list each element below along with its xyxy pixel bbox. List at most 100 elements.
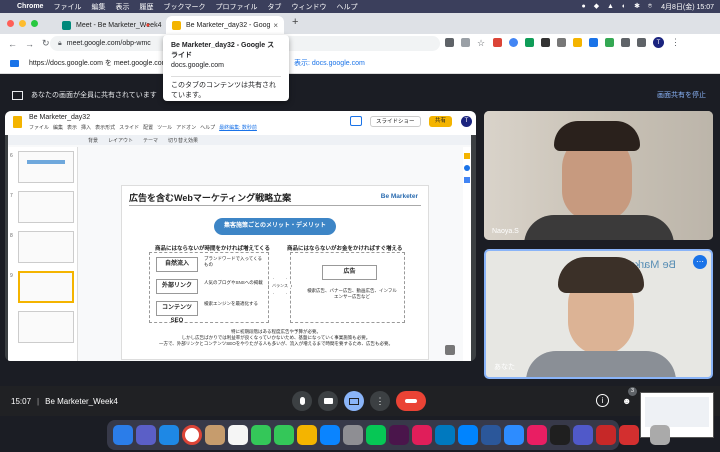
tool-transition[interactable]: 切り替え効果 — [168, 137, 198, 144]
participant-tile[interactable]: Naoya.S — [484, 111, 713, 240]
zoom-icon[interactable] — [504, 425, 524, 445]
minimize-window-icon[interactable] — [19, 20, 26, 27]
present-button[interactable] — [344, 391, 364, 411]
launchpad-icon[interactable] — [136, 425, 156, 445]
reload-icon[interactable]: ↻ — [42, 38, 50, 49]
share-icon[interactable] — [461, 38, 470, 47]
menu-edit[interactable]: 編集 — [91, 2, 105, 12]
chrome-icon[interactable] — [182, 425, 202, 445]
camera-button[interactable] — [318, 391, 338, 411]
app-icon[interactable] — [527, 425, 547, 445]
appstore-icon[interactable] — [320, 425, 340, 445]
tool-theme[interactable]: テーマ — [143, 137, 158, 144]
facetime-icon[interactable] — [274, 425, 294, 445]
more-options-icon[interactable]: ⋯ — [693, 255, 707, 269]
slide-thumbnail[interactable] — [18, 311, 74, 343]
info-icon[interactable]: i — [596, 394, 609, 407]
extension-icon[interactable] — [557, 38, 566, 47]
docs-menu-item[interactable]: 挿入 — [81, 124, 91, 131]
slideshow-button[interactable]: スライドショー — [370, 116, 421, 127]
switch-to-link[interactable]: 表示: docs.google.com — [294, 58, 365, 68]
word-icon[interactable] — [481, 425, 501, 445]
more-vert-icon[interactable]: ⋮ — [671, 37, 680, 48]
close-icon[interactable]: × — [273, 21, 278, 30]
media-icon[interactable] — [637, 38, 646, 47]
extension-icon[interactable] — [605, 38, 614, 47]
avatar[interactable]: T — [461, 116, 472, 127]
trash-icon[interactable] — [650, 425, 670, 445]
messages-icon[interactable] — [251, 425, 271, 445]
tool-layout[interactable]: レイアウト — [108, 137, 133, 144]
stop-sharing-button[interactable]: 画面共有を停止 — [657, 90, 706, 100]
maximize-window-icon[interactable] — [31, 20, 38, 27]
menu-bookmarks[interactable]: ブックマーク — [163, 2, 205, 12]
docs-menu-item[interactable]: 編集 — [53, 124, 63, 131]
explore-icon[interactable] — [445, 345, 455, 355]
leave-call-button[interactable] — [396, 391, 426, 411]
puzzle-icon[interactable] — [621, 38, 630, 47]
photos-icon[interactable] — [297, 425, 317, 445]
finder-icon[interactable] — [113, 425, 133, 445]
line-icon[interactable] — [366, 425, 386, 445]
acrobat-icon[interactable] — [596, 425, 616, 445]
participant-tile-self[interactable]: Be Marketer ⋯ あなた — [484, 249, 713, 379]
docs-menu-item[interactable]: アドオン — [176, 124, 196, 131]
drive-icon[interactable] — [573, 38, 582, 47]
menu-view[interactable]: 表示 — [115, 2, 129, 12]
settings-icon[interactable] — [343, 425, 363, 445]
menu-file[interactable]: ファイル — [53, 2, 81, 12]
slide-canvas[interactable]: 広告を含むWebマーケティング戦略立案 Be Marketer 集客施策ごとのメ… — [121, 185, 429, 360]
close-window-icon[interactable] — [7, 20, 14, 27]
doc-title[interactable]: Be Marketer_day32 — [29, 114, 90, 121]
teams-icon[interactable] — [573, 425, 593, 445]
acrobat-reader-icon[interactable] — [619, 425, 639, 445]
menu-help[interactable]: ヘルプ — [336, 2, 357, 12]
menu-tab[interactable]: タブ — [267, 2, 281, 12]
extension-icon[interactable] — [589, 38, 598, 47]
new-tab-icon[interactable]: + — [292, 16, 298, 28]
tab-slides[interactable]: Be Marketer_day32 - Goog × — [166, 16, 284, 34]
menu-app-name[interactable]: Chrome — [17, 3, 43, 10]
slide-thumbnail[interactable] — [18, 151, 74, 183]
menu-profile[interactable]: プロファイル — [215, 2, 257, 12]
tool-background[interactable]: 背景 — [88, 137, 98, 144]
slack-icon[interactable] — [389, 425, 409, 445]
keep-icon[interactable] — [464, 153, 470, 159]
comment-icon[interactable] — [350, 116, 362, 126]
docs-menu-item[interactable]: ヘルプ — [200, 124, 215, 131]
more-options-button[interactable]: ⋮ — [370, 391, 390, 411]
mic-button[interactable] — [292, 391, 312, 411]
calendar-icon[interactable] — [464, 177, 470, 183]
docs-menu-item[interactable]: 表示 — [67, 124, 77, 131]
forward-icon[interactable]: → — [25, 39, 34, 49]
trello-icon[interactable] — [435, 425, 455, 445]
docs-menu-item[interactable]: ファイル — [29, 124, 49, 131]
last-edit-link[interactable]: 最終編集: 数秒前 — [219, 124, 257, 131]
docs-menu-item[interactable]: 表示形式 — [95, 124, 115, 131]
slide-thumbnail-selected[interactable] — [18, 271, 74, 303]
extension-icon[interactable] — [525, 38, 534, 47]
extension-icon[interactable] — [541, 38, 550, 47]
messenger-icon[interactable] — [458, 425, 478, 445]
slide-thumbnail[interactable] — [18, 191, 74, 223]
tab-meet[interactable]: Meet - Be Marketer_Week4 ● — [56, 16, 164, 34]
back-icon[interactable]: ← — [8, 39, 17, 49]
app-icon[interactable] — [412, 425, 432, 445]
menu-history[interactable]: 履歴 — [139, 2, 153, 12]
extension-icon[interactable] — [493, 38, 502, 47]
extension-icon[interactable] — [509, 38, 518, 47]
docs-menu-item[interactable]: スライド — [119, 124, 139, 131]
files-icon[interactable] — [228, 425, 248, 445]
people-icon[interactable]: ☻ — [622, 396, 634, 406]
status-icons[interactable]: ● ◆ ▲ ◐ ✱ ⌾ — [582, 2, 656, 11]
docs-menu-item[interactable]: ツール — [157, 124, 172, 131]
music-icon[interactable] — [550, 425, 570, 445]
avatar[interactable]: T — [653, 37, 664, 48]
share-button[interactable]: 共有 — [429, 116, 453, 127]
camera-icon[interactable] — [445, 38, 454, 47]
safari-icon[interactable] — [159, 425, 179, 445]
slide-thumbnail[interactable] — [18, 231, 74, 263]
docs-menu-item[interactable]: 配置 — [143, 124, 153, 131]
menubar-clock[interactable]: 4月8日(金) 15:07 — [661, 2, 714, 12]
notes-icon[interactable] — [205, 425, 225, 445]
